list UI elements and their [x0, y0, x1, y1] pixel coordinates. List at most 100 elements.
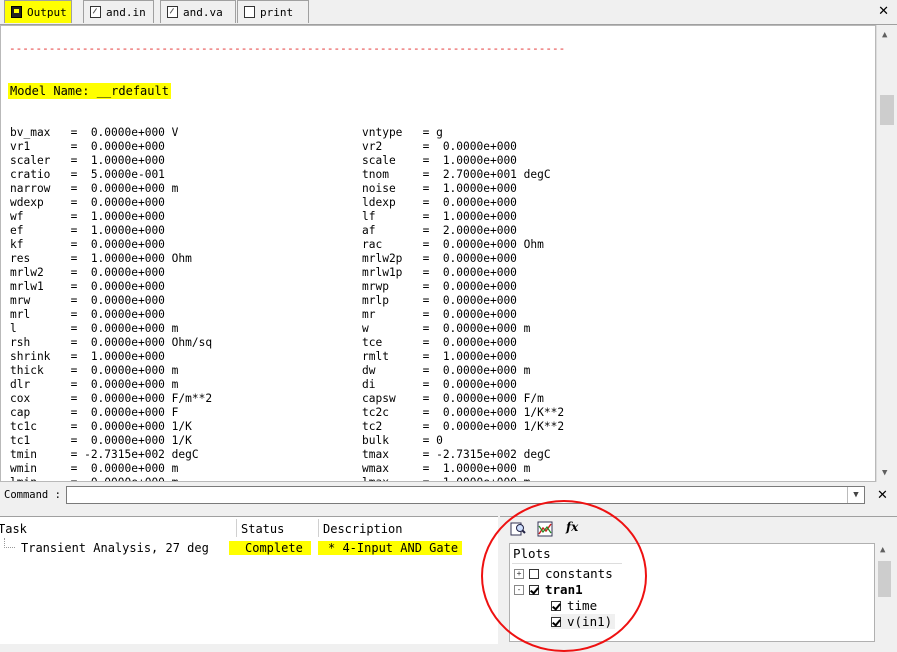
parameter-line: wmin = 0.0000e+000 m: [10, 462, 179, 475]
parameter-line: cox = 0.0000e+000 F/m**2: [10, 392, 213, 405]
tab-bar: Output and.in and.va print ✕: [0, 0, 897, 25]
edit-document-icon: [90, 6, 101, 18]
parameter-line: af = 2.0000e+000: [362, 224, 517, 237]
tab-print[interactable]: print: [237, 0, 309, 23]
parameter-line: mrlw1p = 0.0000e+000: [362, 266, 517, 279]
status-value: Complete: [229, 541, 311, 555]
checkbox-checked-icon[interactable]: [529, 584, 539, 595]
plots-panel: fx Plots + constants - tran1 time v(in1)…: [500, 516, 897, 644]
parameter-line: rsh = 0.0000e+000 Ohm/sq: [10, 336, 213, 349]
close-icon[interactable]: ✕: [877, 488, 888, 503]
chevron-down-icon[interactable]: ▼: [847, 487, 864, 503]
separator-line: ----------------------------------------…: [9, 42, 566, 55]
parameter-line: ldexp = 0.0000e+000: [362, 196, 517, 209]
parameter-list-left: bv_max = 0.0000e+000 Vvr1 = 0.0000e+000 s…: [10, 126, 213, 481]
tree-node-constants[interactable]: + constants: [514, 566, 613, 581]
scroll-down-icon[interactable]: ▼: [882, 468, 887, 478]
parameter-line: dlr = 0.0000e+000 m: [10, 378, 179, 391]
tab-label: and.in: [106, 5, 146, 19]
task-list: Task Status Description Transient Analys…: [0, 516, 498, 644]
header-divider: [512, 563, 622, 564]
parameter-line: scale = 1.0000e+000: [362, 154, 517, 167]
parameter-line: lf = 1.0000e+000: [362, 210, 517, 223]
function-icon[interactable]: fx: [566, 520, 582, 536]
parameter-line: wf = 1.0000e+000: [10, 210, 165, 223]
parameter-line: wdexp = 0.0000e+000: [10, 196, 165, 209]
parameter-line: lmin = 0.0000e+000 m: [10, 476, 212, 481]
parameter-line: rac = 0.0000e+000 Ohm: [362, 238, 544, 251]
tree-node-time[interactable]: time: [551, 598, 597, 613]
node-label: tran1: [545, 582, 583, 597]
parameter-line: noise = 1.0000e+000: [362, 182, 517, 195]
parameter-line: mrlw2 = 0.0000e+000: [10, 266, 165, 279]
plots-header: Plots: [513, 546, 551, 561]
parameter-line: thick = 0.0000e+000 m: [10, 364, 179, 377]
parameter-line: mrlp = 0.0000e+000: [362, 294, 517, 307]
column-header-task[interactable]: Task: [0, 522, 27, 536]
node-label: constants: [545, 566, 613, 581]
parameter-line: narrow = 0.0000e+000 m: [10, 182, 179, 195]
tree-node-tran1[interactable]: - tran1: [514, 582, 583, 597]
parameter-line: capsw = 0.0000e+000 F/m: [362, 392, 544, 405]
parameter-line: tmax = -2.7315e+002 degC: [362, 448, 551, 461]
parameter-line: bulk = 0: [362, 434, 443, 447]
column-header-description[interactable]: Description: [323, 522, 402, 536]
tab-label: print: [260, 5, 294, 19]
description-value: * 4-Input AND Gate: [318, 541, 463, 555]
parameter-line: tc2 = 0.0000e+000 1/K**2: [362, 420, 565, 433]
parameter-line: tc2c = 0.0000e+000 1/K**2: [362, 406, 565, 419]
print-document-icon: [244, 6, 255, 18]
command-label: Command :: [4, 489, 61, 501]
parameter-line: res = 1.0000e+000 Ohm: [10, 252, 192, 265]
parameter-line: tnom = 2.7000e+001 degC: [362, 168, 551, 181]
chart-icon[interactable]: [537, 521, 553, 537]
tree-connector: [4, 538, 15, 548]
scrollbar-thumb[interactable]: [878, 561, 891, 597]
scroll-up-icon[interactable]: ▲: [882, 30, 887, 40]
parameter-line: tc1c = 0.0000e+000 1/K: [10, 420, 192, 433]
parameter-line: cap = 0.0000e+000 F: [10, 406, 179, 419]
parameter-line: vr1 = 0.0000e+000: [10, 140, 165, 153]
plots-tree[interactable]: Plots + constants - tran1 time v(in1): [509, 543, 875, 642]
parameter-list-right: vntype = g vr2 = 0.0000e+000 scale = 1.000…: [362, 126, 565, 481]
node-label: v(in1): [567, 614, 613, 629]
parameter-line: cratio = 5.0000e-001: [10, 168, 165, 181]
close-icon[interactable]: ✕: [878, 4, 889, 19]
checkbox-checked-icon[interactable]: [551, 616, 561, 627]
tab-and-in[interactable]: and.in: [83, 0, 154, 23]
plots-scrollbar[interactable]: ▲: [876, 543, 893, 642]
parameter-line: mrwp = 0.0000e+000: [362, 280, 517, 293]
parameter-line: mrl = 0.0000e+000: [10, 308, 165, 321]
parameter-line: mrlw1 = 0.0000e+000: [10, 280, 165, 293]
scrollbar-thumb[interactable]: [880, 95, 894, 125]
parameter-line: w = 0.0000e+000 m: [362, 322, 531, 335]
node-label: time: [567, 598, 598, 613]
parameter-line: tmin = -2.7315e+002 degC: [10, 448, 199, 461]
parameter-line: mrw = 0.0000e+000: [10, 294, 165, 307]
parameter-line: kf = 0.0000e+000: [10, 238, 165, 251]
scroll-up-icon[interactable]: ▲: [880, 545, 885, 555]
parameter-line: l = 0.0000e+000 m: [10, 322, 179, 335]
checkbox-icon[interactable]: [529, 568, 539, 579]
model-name-label: Model Name: __rdefault: [8, 83, 171, 99]
command-bar: Command : ▼ ✕: [0, 484, 897, 508]
parameter-line: tce = 0.0000e+000: [362, 336, 517, 349]
parameter-line: vr2 = 0.0000e+000: [362, 140, 517, 153]
collapse-icon[interactable]: -: [514, 584, 524, 595]
column-divider: [318, 519, 319, 537]
tab-and-va[interactable]: and.va: [160, 0, 236, 23]
parameter-line: mr = 0.0000e+000: [362, 308, 517, 321]
expand-icon[interactable]: +: [514, 568, 524, 579]
output-pane[interactable]: ----------------------------------------…: [0, 25, 876, 482]
column-header-status[interactable]: Status: [241, 522, 284, 536]
tab-output[interactable]: Output: [4, 0, 72, 23]
output-scrollbar[interactable]: ▲ ▼: [876, 25, 897, 482]
parameter-line: tc1 = 0.0000e+000 1/K: [10, 434, 192, 447]
command-input[interactable]: ▼: [66, 486, 865, 504]
tree-node-v-in1[interactable]: v(in1): [551, 614, 616, 629]
parameter-line: dw = 0.0000e+000 m: [362, 364, 531, 377]
zoom-plot-icon[interactable]: [510, 521, 526, 537]
edit-document-icon: [167, 6, 178, 18]
checkbox-checked-icon[interactable]: [551, 600, 561, 611]
task-name: Transient Analysis, 27 deg: [21, 541, 209, 555]
